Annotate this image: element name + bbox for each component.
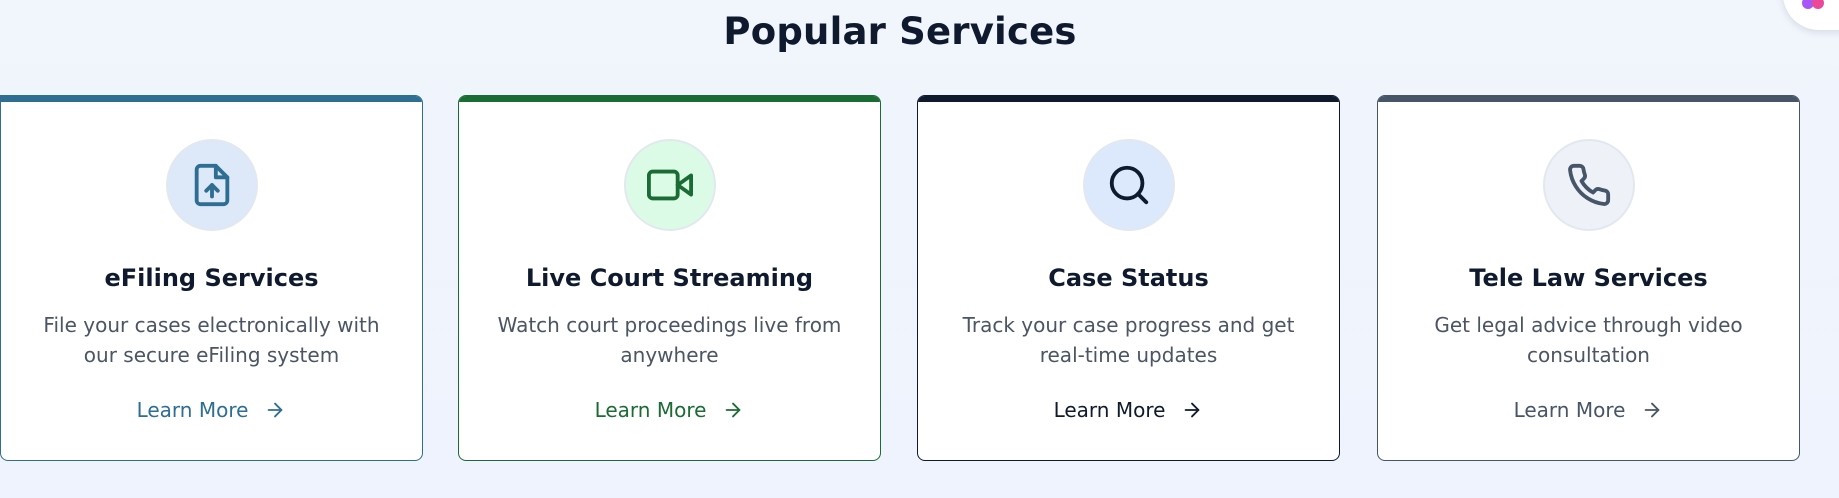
arrow-right-icon xyxy=(268,402,283,418)
learn-more-link[interactable]: Learn More xyxy=(459,398,880,422)
learn-more-link[interactable]: Learn More xyxy=(1378,398,1799,422)
arrow-right-icon xyxy=(1645,402,1660,418)
learn-more-link[interactable]: Learn More xyxy=(918,398,1339,422)
icon-badge xyxy=(1542,139,1635,231)
icon-badge xyxy=(165,139,258,231)
card-description: Watch court proceedings live from anywhe… xyxy=(497,313,842,367)
card-title: eFiling Services xyxy=(104,264,319,292)
card-description: File your cases electronically with our … xyxy=(43,313,380,367)
learn-more-link[interactable]: Learn More xyxy=(1,398,422,422)
phone-icon xyxy=(1567,163,1610,206)
card-accent-bar xyxy=(459,96,880,102)
card-title: Live Court Streaming xyxy=(525,264,814,292)
card-title: Case Status xyxy=(1048,264,1209,292)
card-description: Get legal advice through video consultat… xyxy=(1434,313,1743,367)
service-card-efiling: eFiling Services File your cases electro… xyxy=(0,95,423,461)
service-card-live-streaming: Live Court Streaming Watch court proceed… xyxy=(458,95,881,461)
card-accent-bar xyxy=(918,96,1339,102)
arrow-right-icon xyxy=(726,402,741,418)
section-title: Popular Services xyxy=(723,10,1077,53)
card-accent-bar xyxy=(1,96,422,102)
arrow-right-icon xyxy=(1185,402,1200,418)
masks-icon xyxy=(1802,0,1824,9)
icon-badge xyxy=(623,139,716,231)
card-title: Tele Law Services xyxy=(1469,264,1708,292)
learn-more-label: Learn More xyxy=(136,398,249,422)
icon-badge xyxy=(1082,139,1175,231)
learn-more-label: Learn More xyxy=(1513,398,1626,422)
learn-more-label: Learn More xyxy=(594,398,707,422)
search-icon xyxy=(1109,165,1148,205)
card-accent-bar xyxy=(1378,96,1799,102)
video-camera-icon xyxy=(646,169,693,201)
services-grid: eFiling Services File your cases electro… xyxy=(0,95,1839,465)
file-upload-icon xyxy=(194,163,229,207)
service-card-case-status: Case Status Track your case progress and… xyxy=(917,95,1340,461)
learn-more-label: Learn More xyxy=(1053,398,1166,422)
service-card-tele-law: Tele Law Services Get legal advice throu… xyxy=(1377,95,1800,461)
card-description: Track your case progress and get real-ti… xyxy=(962,313,1295,367)
